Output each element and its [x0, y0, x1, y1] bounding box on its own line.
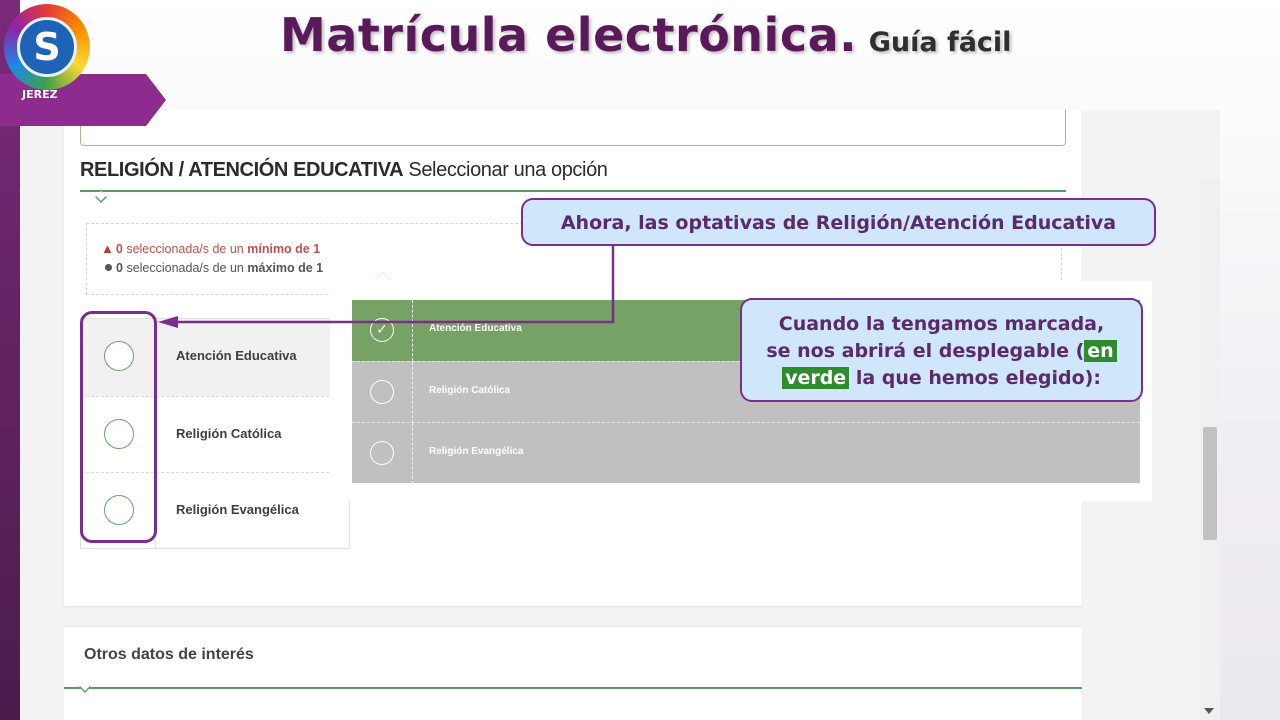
other-data-card: Otros datos de interés	[64, 626, 1082, 720]
slide-title-sub: Guía fácil	[868, 27, 1012, 58]
max-count: 0	[116, 261, 123, 275]
min-counter: ▲ 0 seleccionada/s de un mínimo de 1	[101, 241, 320, 256]
section-title-instruction: Seleccionar una opción	[408, 159, 608, 181]
section-divider	[80, 190, 1066, 192]
max-counter: 0 seleccionada/s de un máximo de 1	[101, 261, 323, 275]
section-title-bold: RELIGIÓN / ATENCIÓN EDUCATIVA	[80, 159, 404, 181]
max-limit: máximo de 1	[247, 261, 324, 275]
callout-dropdown-explanation: Cuando la tengamos marcada, se nos abrir…	[740, 298, 1143, 402]
max-text: seleccionada/s de un	[126, 261, 244, 275]
option-label: Religión Católica	[176, 426, 282, 441]
slide-title: Matrícula electrónica. Guía fácil	[280, 8, 1040, 62]
dot-icon	[105, 264, 112, 271]
callout-2-highlight-en: en	[1084, 340, 1117, 362]
dropdown-item-label: Religión Católica	[429, 385, 511, 396]
option-label: Religión Evangélica	[176, 502, 299, 517]
dropdown-separator	[412, 362, 413, 423]
dropdown-separator	[412, 423, 413, 484]
callout-2-line-2-text: se nos abrirá el desplegable (	[766, 340, 1085, 362]
callout-2-line-1: Cuando la tengamos marcada,	[778, 313, 1105, 335]
scrollbar-thumb[interactable]	[1203, 427, 1217, 540]
dropdown-item-label: Religión Evangélica	[429, 446, 524, 457]
other-section-title: Otros datos de interés	[84, 646, 254, 663]
option-label: Atención Educativa	[176, 348, 297, 363]
scroll-down-icon[interactable]	[1204, 708, 1214, 714]
warning-icon: ▲	[101, 241, 114, 256]
check-icon[interactable]: ✓	[370, 318, 394, 342]
min-text: seleccionada/s de un	[126, 242, 244, 256]
dropdown-separator	[412, 300, 413, 361]
min-limit: mínimo de 1	[247, 242, 321, 256]
radio-icon[interactable]	[370, 441, 394, 465]
dropdown-item[interactable]: Religión Evangélica	[352, 422, 1140, 484]
callout-2-line-3: verde la que hemos elegido):	[742, 365, 1141, 392]
callout-1-text: Ahora, las optativas de Religión/Atenció…	[560, 212, 1117, 234]
min-count: 0	[115, 242, 123, 256]
slide-title-main: Matrícula electrónica.	[280, 8, 858, 62]
radio-highlight-frame	[80, 311, 157, 543]
dropdown-item-label: Atención Educativa	[429, 323, 522, 334]
logo-initial: S	[17, 17, 77, 77]
section-title: RELIGIÓN / ATENCIÓN EDUCATIVA Selecciona…	[80, 159, 608, 182]
school-logo-icon: S	[4, 4, 90, 90]
callout-2-highlight-verde: verde	[782, 367, 850, 389]
logo-text: JEREZ	[22, 88, 58, 101]
previous-section-box	[80, 110, 1066, 146]
other-section-notch	[79, 681, 91, 693]
radio-icon[interactable]	[370, 380, 394, 404]
callout-2-line-3-text: la que hemos elegido):	[855, 367, 1101, 389]
callout-2-line-2: se nos abrirá el desplegable (en	[742, 338, 1141, 365]
other-section-divider	[64, 687, 1082, 689]
callout-optional-subjects: Ahora, las optativas de Religión/Atenció…	[521, 198, 1156, 246]
